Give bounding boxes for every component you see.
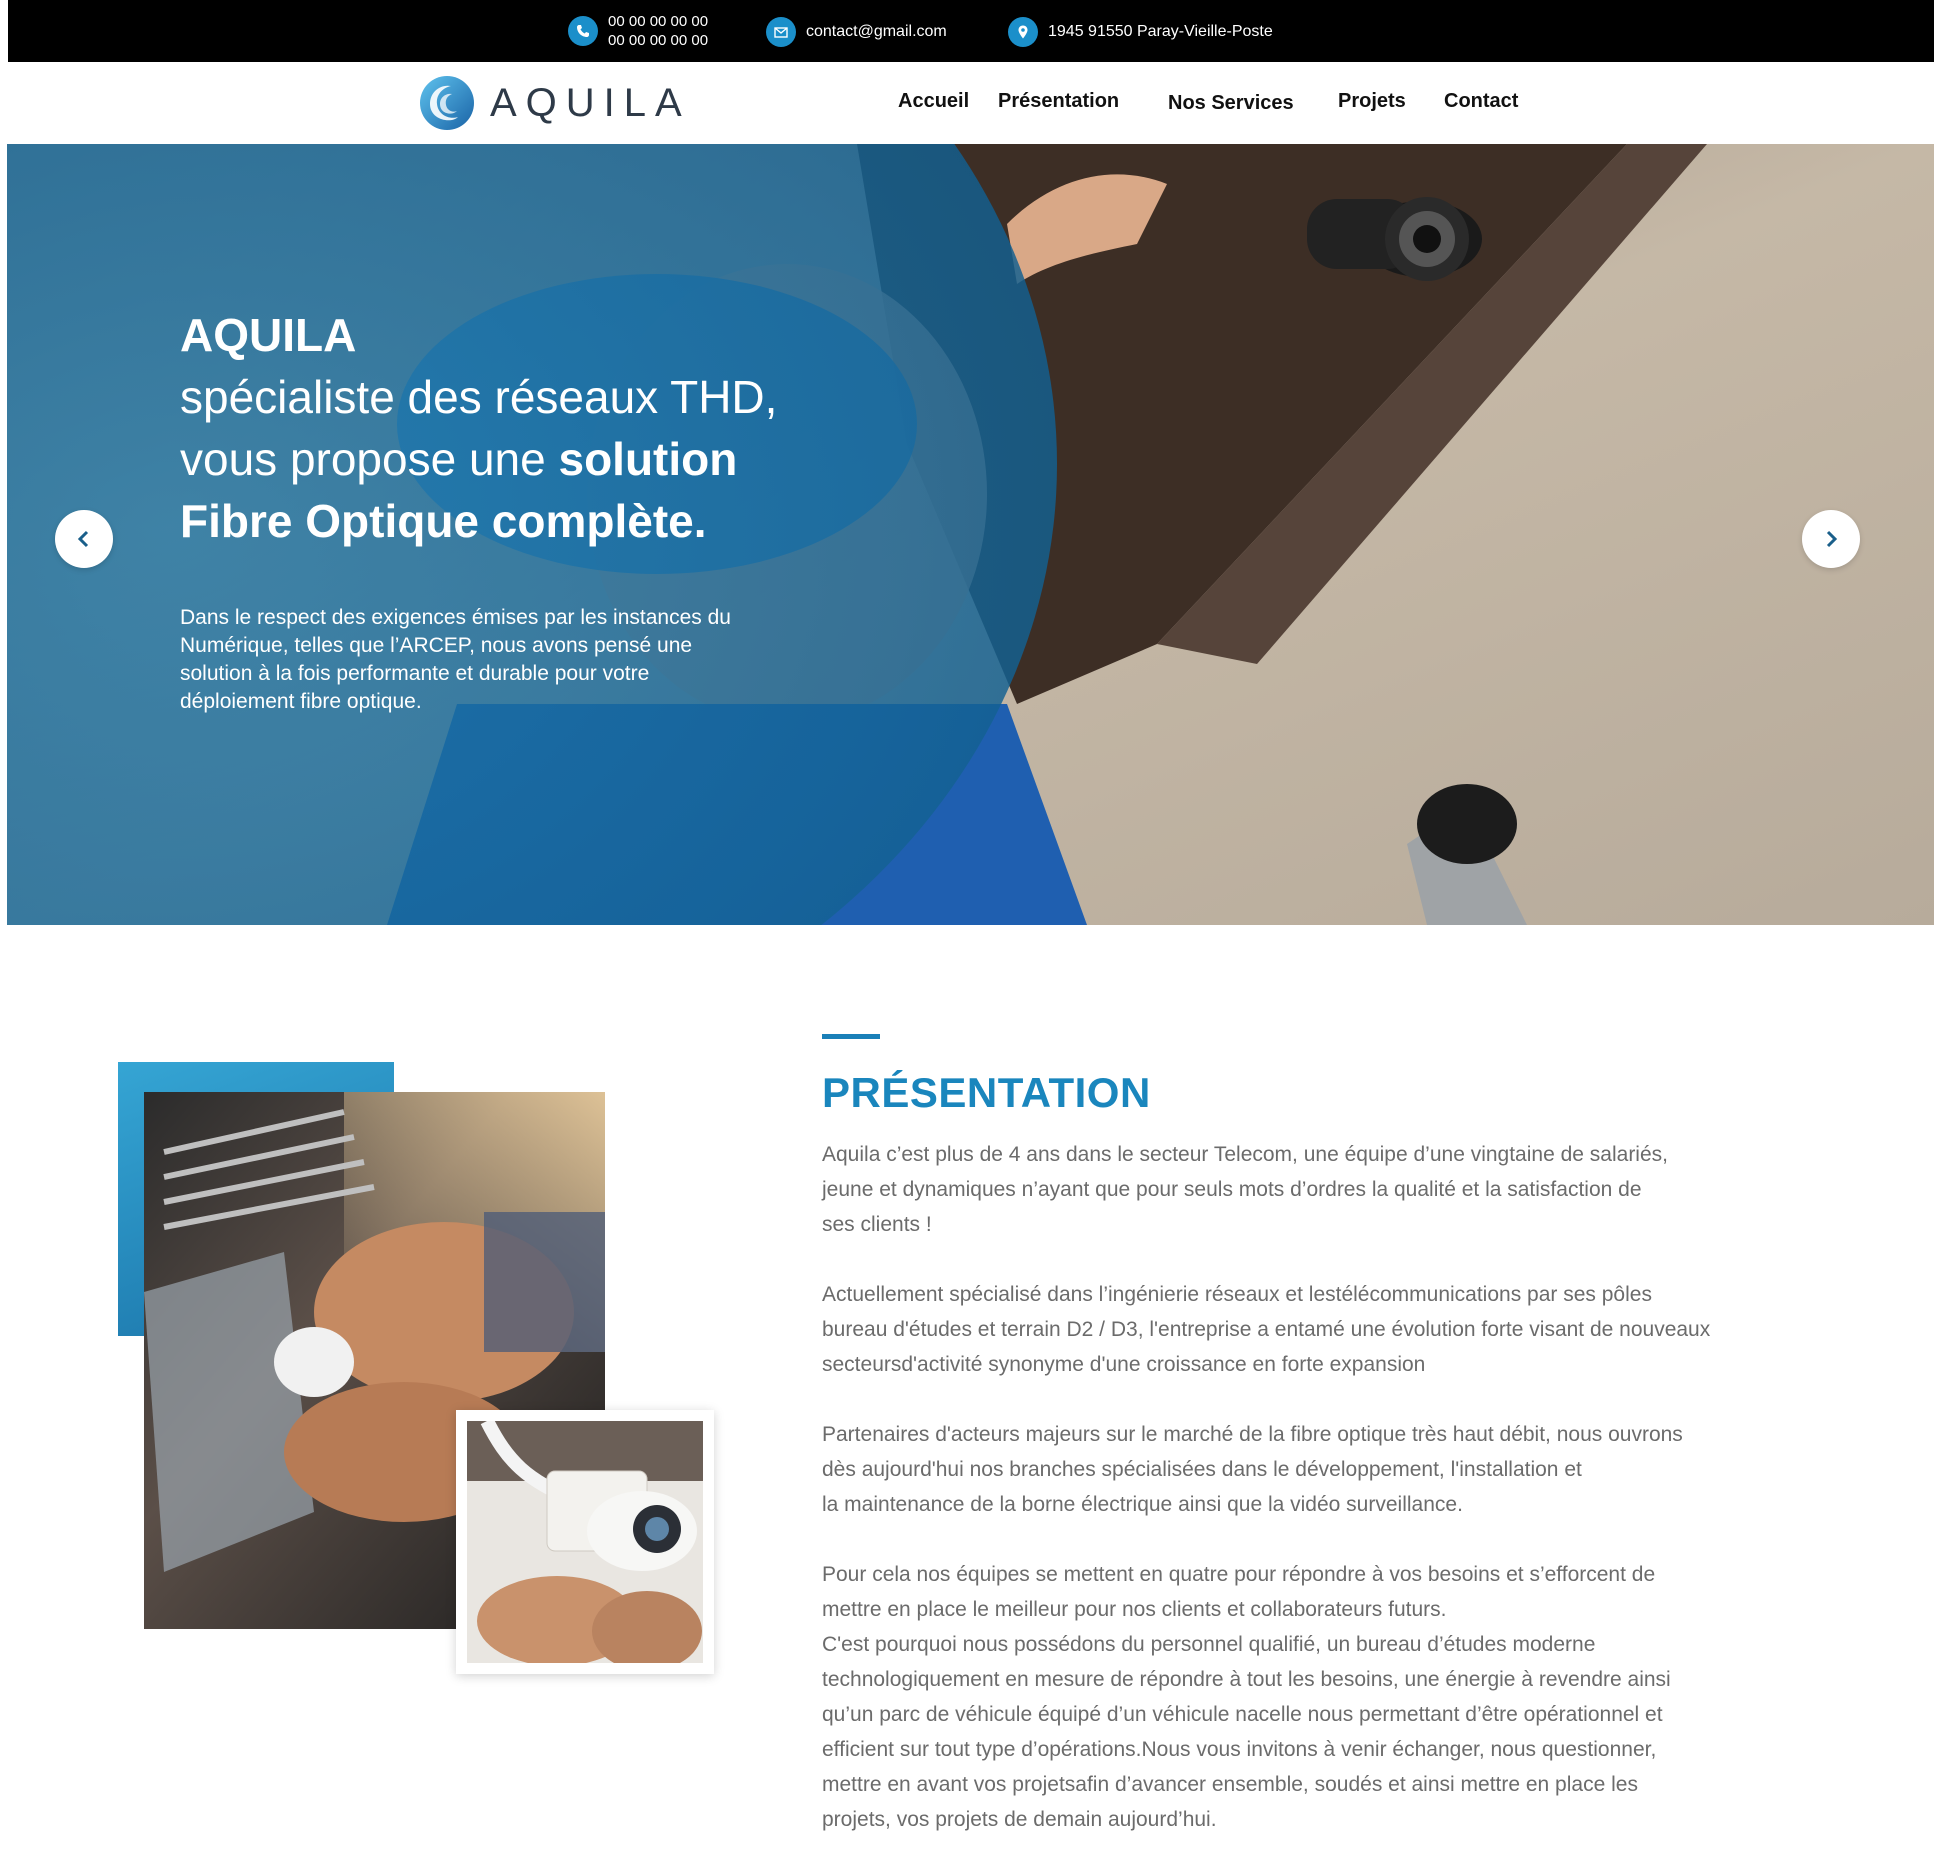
presentation-title: PRÉSENTATION bbox=[822, 1069, 1151, 1116]
presentation-paragraph-5: C'est pourquoi nous possédons du personn… bbox=[822, 1633, 1671, 1831]
address-text: 1945 91550 Paray-Vieille-Poste bbox=[1048, 23, 1273, 40]
presentation-paragraph-4: Pour cela nos équipes se mettent en quat… bbox=[822, 1563, 1656, 1621]
presentation-section: PRÉSENTATION Aquila c’est plus de 4 ans … bbox=[822, 1034, 1802, 1837]
slider-prev-button[interactable] bbox=[55, 510, 113, 568]
top-contact-bar: 00 00 00 00 00 00 00 00 00 00 contact@gm… bbox=[8, 0, 1934, 62]
topbar-phone[interactable]: 00 00 00 00 00 00 00 00 00 00 bbox=[568, 12, 708, 50]
hero-content: AQUILA spécialiste des réseaux THD, vous… bbox=[180, 304, 820, 716]
phone-number-2: 00 00 00 00 00 bbox=[608, 32, 709, 49]
nav-nos-services[interactable]: Nos Services bbox=[1168, 92, 1294, 115]
hero-slider: AQUILA spécialiste des réseaux THD, vous… bbox=[7, 144, 1934, 925]
nav-accueil[interactable]: Accueil bbox=[898, 90, 969, 113]
phone-number-1: 00 00 00 00 00 bbox=[608, 13, 709, 30]
presentation-paragraph-3: Partenaires d'acteurs majeurs sur le mar… bbox=[822, 1423, 1683, 1516]
topbar-address[interactable]: 1945 91550 Paray-Vieille-Poste bbox=[1008, 17, 1273, 47]
email-address: contact@gmail.com bbox=[806, 23, 947, 40]
nav-projets[interactable]: Projets bbox=[1338, 90, 1406, 113]
presentation-paragraph-2: Actuellement spécialisé dans l’ingénieri… bbox=[822, 1283, 1711, 1376]
topbar-email[interactable]: contact@gmail.com bbox=[766, 17, 947, 47]
presentation-paragraph-1: Aquila c’est plus de 4 ans dans le secte… bbox=[822, 1143, 1668, 1236]
site-header: AQUILA Accueil Présentation Nos Services… bbox=[8, 62, 1934, 144]
hero-brand: AQUILA bbox=[180, 309, 357, 361]
mail-icon bbox=[766, 17, 796, 47]
cctv-install-image-frame bbox=[456, 1410, 714, 1674]
slider-next-button[interactable] bbox=[1802, 510, 1860, 568]
cctv-install-image bbox=[467, 1421, 703, 1663]
section-accent-bar bbox=[822, 1034, 880, 1039]
nav-presentation[interactable]: Présentation bbox=[998, 90, 1119, 113]
hero-line-2: vous propose une solution bbox=[180, 428, 820, 490]
hero-line-3: Fibre Optique complète. bbox=[180, 495, 707, 547]
hero-line-1: spécialiste des réseaux THD, bbox=[180, 371, 778, 423]
phone-icon bbox=[568, 16, 598, 46]
chevron-right-icon bbox=[1826, 530, 1838, 548]
location-icon bbox=[1008, 17, 1038, 47]
hero-line-2-prefix: vous propose une bbox=[180, 433, 559, 485]
hero-description: Dans le respect des exigences émises par… bbox=[180, 606, 731, 713]
presentation-body: Aquila c’est plus de 4 ans dans le secte… bbox=[822, 1137, 1802, 1837]
nav-contact[interactable]: Contact bbox=[1444, 90, 1518, 113]
hero-line-2-bold: solution bbox=[558, 433, 738, 485]
main-nav: Accueil Présentation Nos Services Projet… bbox=[8, 90, 1934, 120]
chevron-left-icon bbox=[77, 530, 89, 548]
